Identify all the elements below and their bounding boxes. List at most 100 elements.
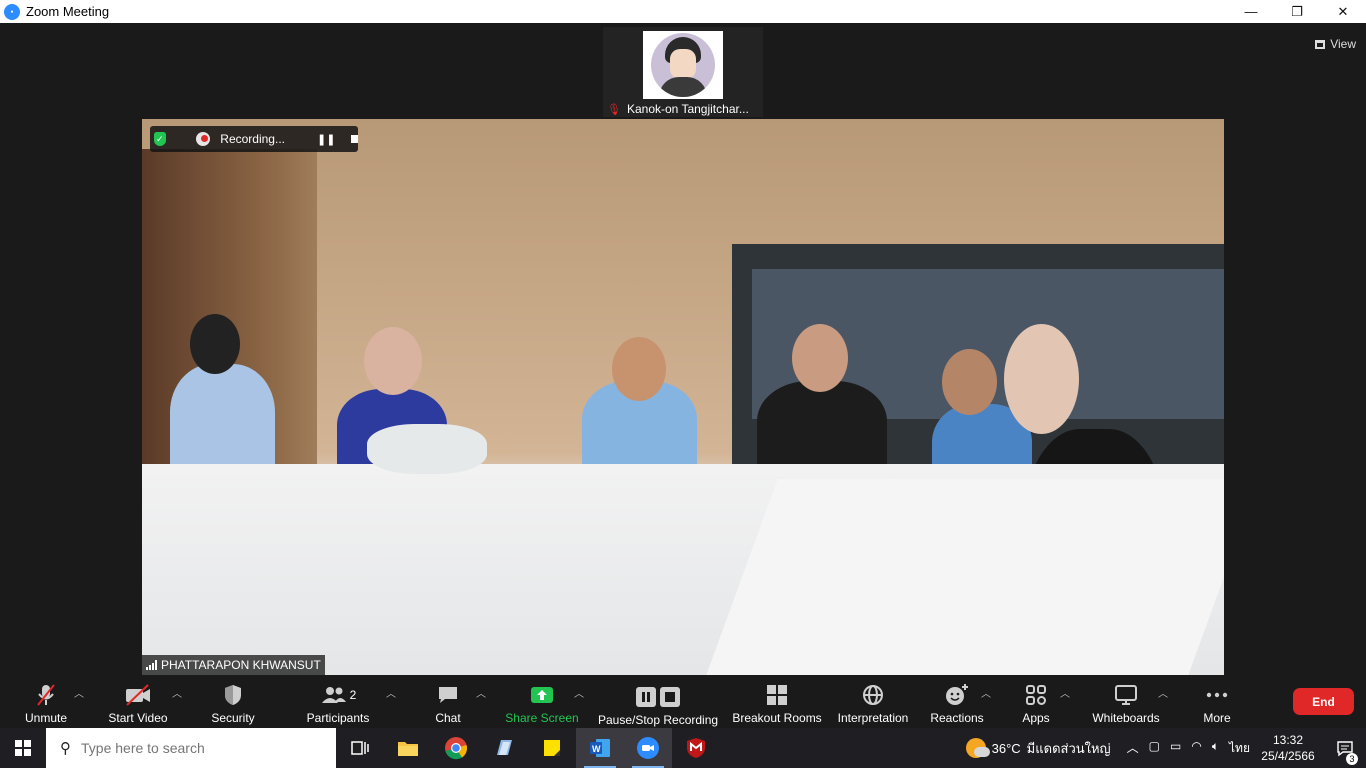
unmute-button[interactable]: Unmute: [18, 679, 74, 725]
word-icon: W: [590, 739, 610, 757]
more-dots-icon: [1205, 683, 1229, 707]
notepad-app[interactable]: [480, 728, 528, 768]
more-label: More: [1203, 711, 1231, 725]
apps-icon: [1024, 683, 1048, 707]
main-video[interactable]: ✓ Recording... ❚❚ PHATTARAPON KHWANSUT: [142, 119, 1224, 675]
taskbar-search[interactable]: ⚲: [46, 728, 336, 768]
unmute-label: Unmute: [24, 711, 68, 725]
video-table-top: [706, 479, 1224, 675]
whiteboards-options-caret[interactable]: ︿: [1158, 685, 1168, 700]
avatar: [643, 31, 723, 99]
window-title-bar: ● Zoom Meeting — ❐ ✕: [0, 0, 1366, 23]
reactions-button[interactable]: Reactions: [928, 679, 986, 725]
chat-label: Chat: [435, 711, 461, 725]
cloud-recording-icon: [195, 132, 211, 146]
close-button[interactable]: ✕: [1320, 0, 1366, 23]
participants-options-caret[interactable]: ︿: [386, 685, 396, 700]
restore-button[interactable]: ❐: [1274, 0, 1320, 23]
mcafee-app[interactable]: [672, 728, 720, 768]
video-flower-arrangement: [367, 424, 487, 474]
breakout-rooms-button[interactable]: Breakout Rooms: [732, 679, 822, 725]
interpretation-button[interactable]: Interpretation: [834, 679, 912, 725]
security-button[interactable]: Security: [205, 679, 261, 725]
interpretation-label: Interpretation: [837, 711, 909, 725]
sticky-note-icon: [544, 740, 560, 756]
show-hidden-icons-chevron-icon[interactable]: ︿: [1127, 739, 1139, 758]
weather-temperature: 36°C: [991, 740, 1021, 756]
whiteboards-button[interactable]: Whiteboards: [1088, 679, 1164, 725]
chrome-app[interactable]: [432, 728, 480, 768]
pause-stop-recording-button[interactable]: Pause/Stop Recording: [598, 677, 718, 727]
taskbar-clock[interactable]: 13:32 25/4/2566: [1258, 732, 1318, 764]
clock-date: 25/4/2566: [1261, 749, 1315, 763]
chat-options-caret[interactable]: ︿: [476, 685, 486, 700]
zoom-app[interactable]: [624, 728, 672, 768]
start-video-button[interactable]: Start Video: [104, 679, 172, 725]
share-options-caret[interactable]: ︿: [574, 685, 584, 700]
battery-icon[interactable]: ▭: [1170, 739, 1181, 758]
window-title: Zoom Meeting: [26, 4, 110, 19]
sticky-notes-app[interactable]: [528, 728, 576, 768]
meeting-toolbar: Unmute ︿ Start Video ︿ Security 2 Partic…: [0, 675, 1366, 728]
windows-logo-icon: [15, 740, 31, 756]
start-video-label: Start Video: [108, 711, 168, 725]
apps-label: Apps: [1022, 711, 1050, 725]
breakout-rooms-icon: [765, 683, 789, 707]
search-icon: ⚲: [60, 740, 71, 757]
signal-strength-icon: [146, 660, 157, 670]
unmute-options-caret[interactable]: ︿: [74, 685, 84, 700]
chat-button[interactable]: Chat: [425, 679, 471, 725]
video-person-head: [364, 327, 422, 395]
thumbnail-participant-name: Kanok-on Tangjitchar...: [626, 102, 749, 116]
video-options-caret[interactable]: ︿: [172, 685, 182, 700]
mcafee-shield-icon: [687, 738, 705, 758]
reactions-options-caret[interactable]: ︿: [981, 685, 991, 700]
shield-icon: [223, 683, 243, 707]
chrome-icon: [445, 737, 468, 760]
whiteboard-icon: [1113, 683, 1139, 707]
wifi-icon[interactable]: ◠: [1191, 739, 1201, 758]
smiley-plus-icon: [944, 683, 970, 707]
video-person-head: [190, 314, 240, 374]
word-app[interactable]: W: [576, 728, 624, 768]
video-person-head: [612, 337, 666, 401]
minimize-button[interactable]: —: [1228, 0, 1274, 23]
notepad-icon: [497, 740, 512, 755]
input-language[interactable]: ไทย: [1229, 739, 1250, 758]
share-screen-label: Share Screen: [505, 711, 579, 725]
video-person-head: [942, 349, 997, 415]
file-explorer-app[interactable]: [384, 728, 432, 768]
task-view-button[interactable]: [336, 728, 384, 768]
participants-icon: 2: [320, 683, 356, 707]
view-button-label: View: [1330, 37, 1356, 51]
start-button[interactable]: [0, 728, 46, 768]
clock-time: 13:32: [1272, 733, 1304, 747]
video-person-head: [792, 324, 848, 392]
recording-indicator: ✓ Recording... ❚❚: [150, 126, 358, 152]
windows-taskbar: ⚲ W 36°C มีแดดส่วนใหญ่ ︿ ▢ ▭ ◠: [0, 728, 1366, 768]
share-screen-icon: [529, 683, 555, 707]
participant-thumbnail[interactable]: 🎙 Kanok-on Tangjitchar...: [603, 27, 763, 117]
tray-icons: ︿ ▢ ▭ ◠ 🔈︎ ไทย: [1127, 739, 1250, 758]
end-meeting-button[interactable]: End: [1293, 688, 1354, 715]
share-screen-button[interactable]: Share Screen: [505, 679, 579, 725]
chat-bubble-icon: [436, 683, 460, 707]
meet-now-icon[interactable]: ▢: [1149, 739, 1160, 758]
more-button[interactable]: More: [1196, 679, 1238, 725]
volume-icon[interactable]: 🔈︎: [1212, 739, 1219, 758]
main-video-participant-name: PHATTARAPON KHWANSUT: [161, 658, 321, 672]
pause-recording-icon[interactable]: ❚❚: [317, 133, 335, 146]
pause-stop-icons: [634, 685, 682, 709]
apps-options-caret[interactable]: ︿: [1060, 685, 1070, 700]
participants-button[interactable]: 2 Participants: [303, 679, 373, 725]
encryption-shield-icon[interactable]: ✓: [154, 132, 166, 146]
stop-recording-icon[interactable]: [351, 135, 358, 143]
avatar-illustration: [651, 33, 715, 97]
notification-center-button[interactable]: 3: [1330, 739, 1360, 765]
view-button[interactable]: View: [1315, 33, 1356, 55]
weather-widget[interactable]: 36°C มีแดดส่วนใหญ่: [965, 738, 1111, 759]
search-input[interactable]: [81, 740, 311, 756]
participants-label: Participants: [306, 711, 370, 725]
system-tray: 36°C มีแดดส่วนใหญ่ ︿ ▢ ▭ ◠ 🔈︎ ไทย 13:32 …: [965, 728, 1366, 768]
apps-button[interactable]: Apps: [1016, 679, 1056, 725]
